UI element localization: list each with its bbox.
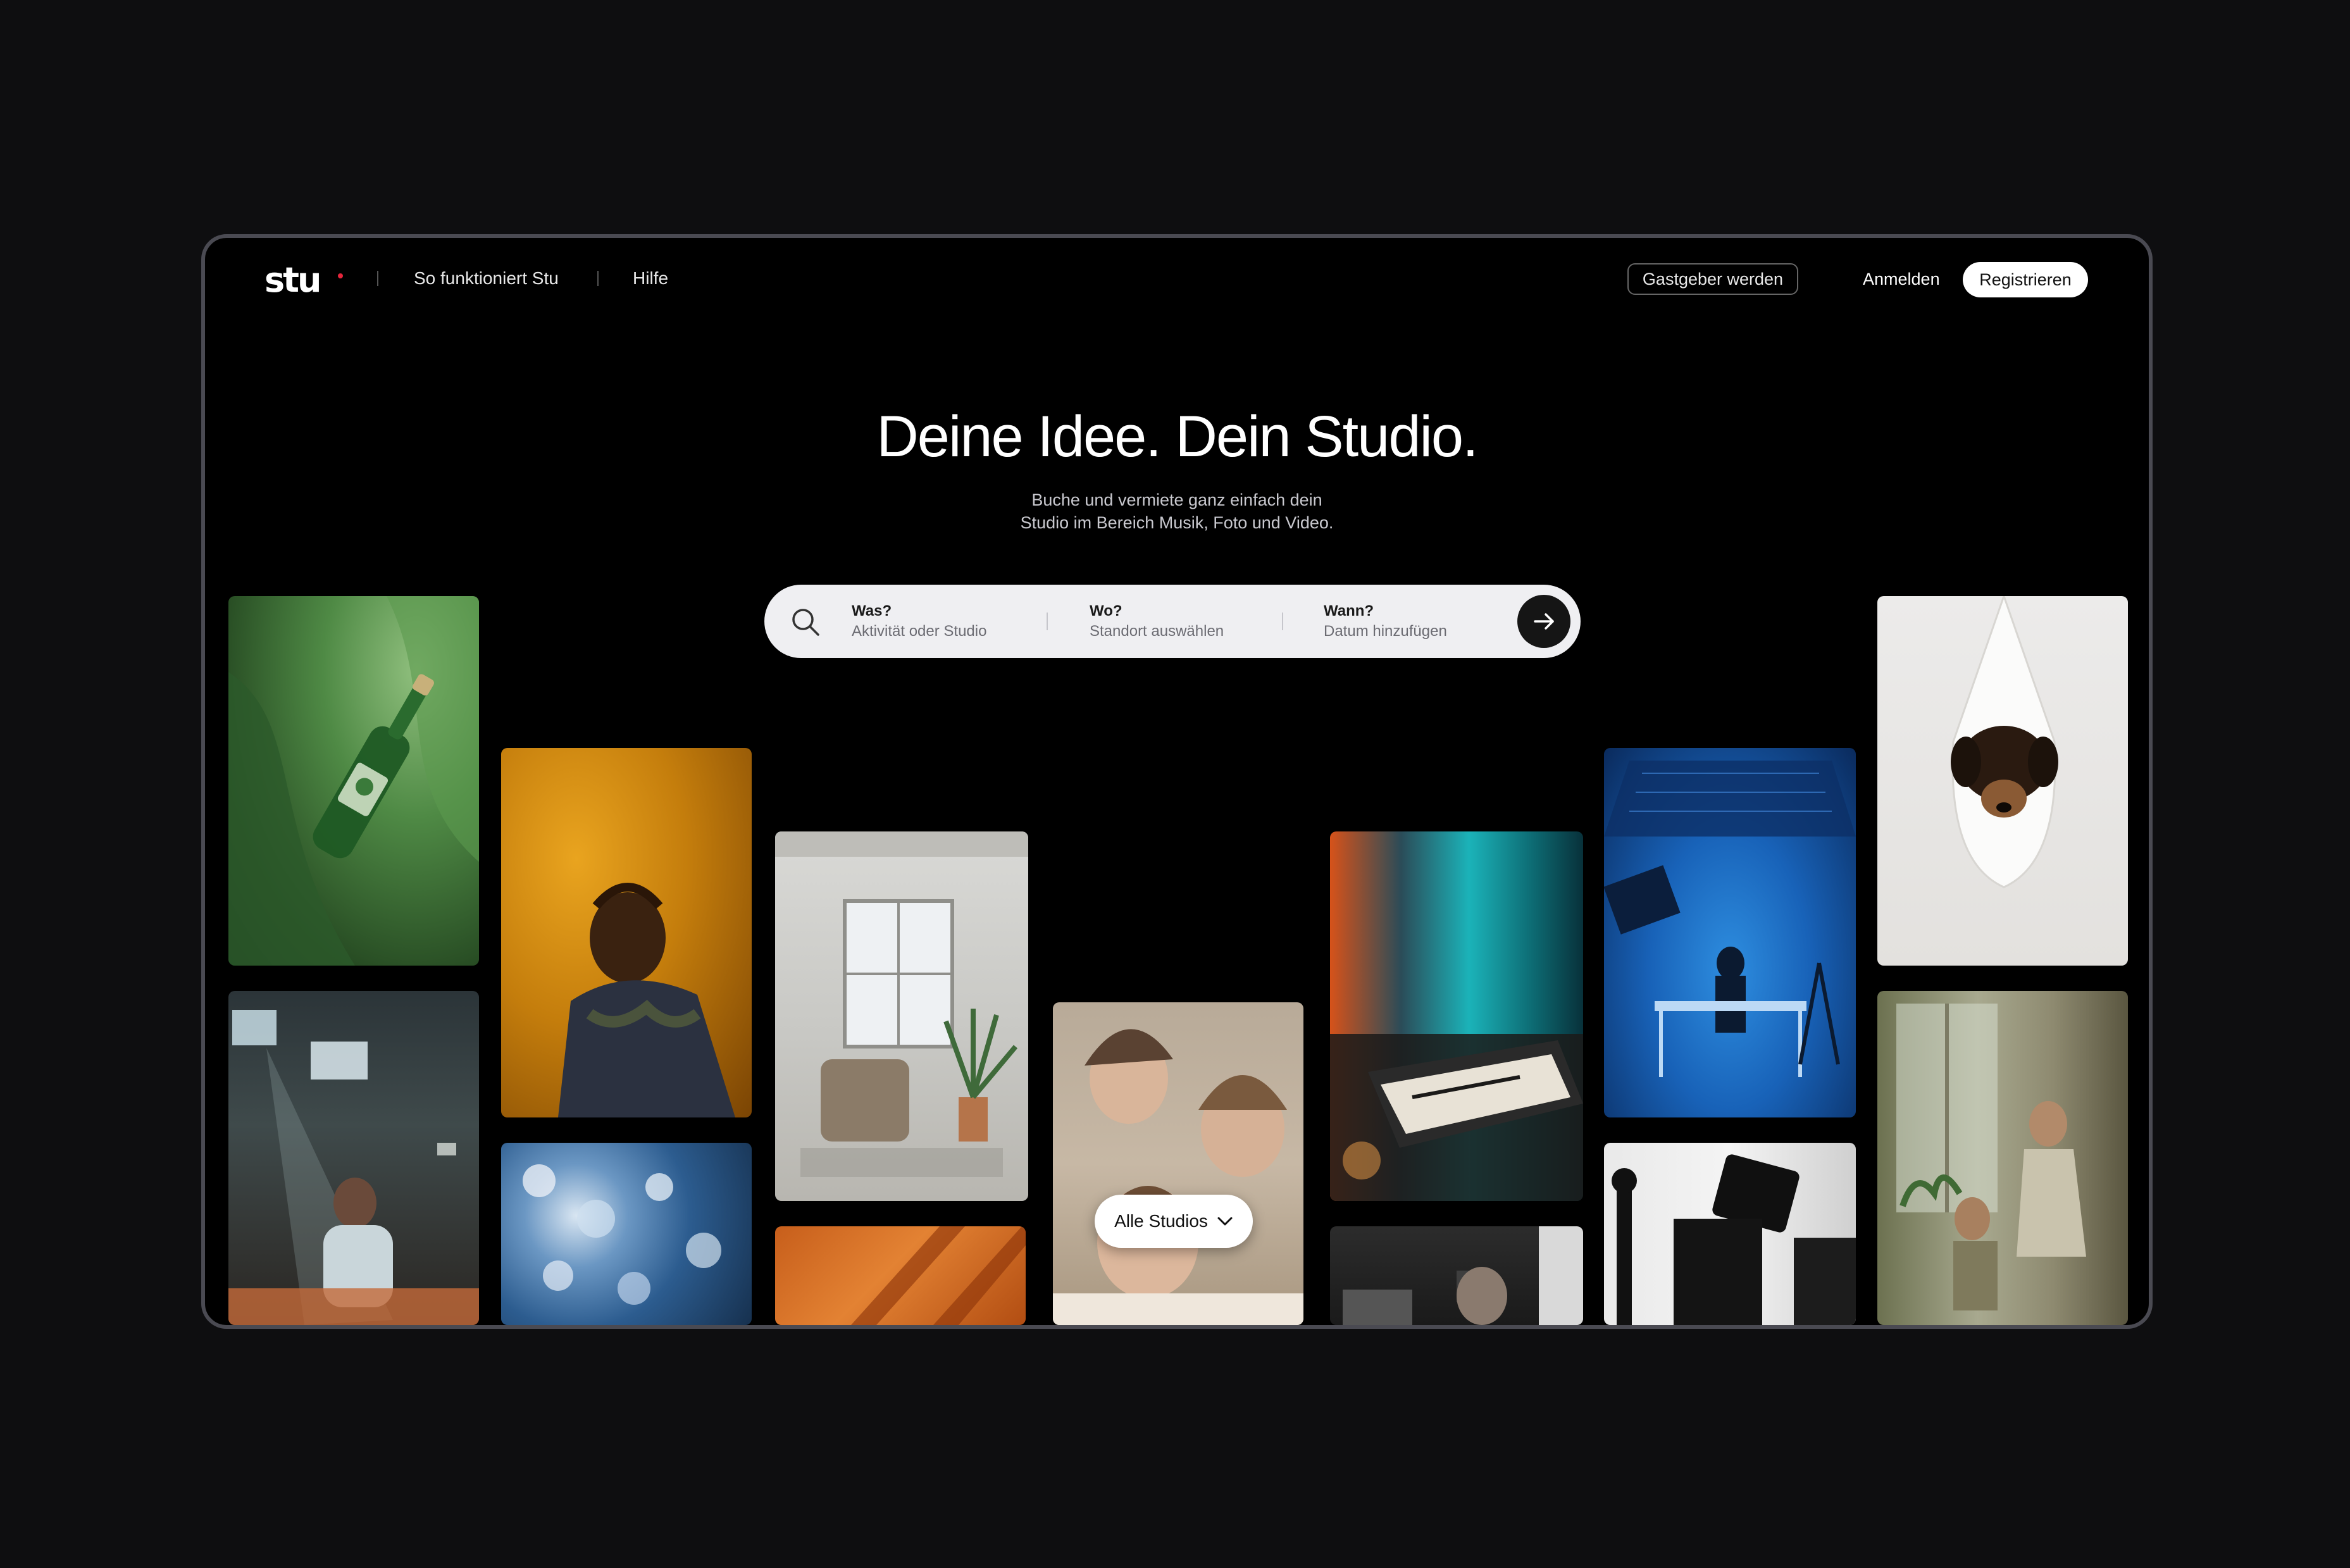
register-button[interactable]: Registrieren xyxy=(1963,262,2088,297)
hero-subtitle-line: Buche und vermiete ganz einfach dein xyxy=(1031,490,1322,509)
where-field-placeholder[interactable]: Standort auswählen xyxy=(1090,621,1224,642)
nav-separator xyxy=(377,271,378,286)
film-camera-photo[interactable] xyxy=(1604,1143,1856,1325)
set-illustration xyxy=(228,1010,479,1325)
hero-subtitle-line: Studio im Bereich Musik, Foto und Video. xyxy=(1020,513,1334,532)
blue-studio-dj-photo[interactable] xyxy=(1604,748,1856,1117)
portrait-illustration xyxy=(1053,1029,1303,1325)
shadow-illustration xyxy=(851,1226,1026,1325)
field-separator xyxy=(1282,613,1283,630)
women-window-photo[interactable] xyxy=(1877,991,2128,1325)
all-studios-dropdown[interactable]: Alle Studios xyxy=(1095,1195,1253,1248)
flowers-illustration xyxy=(523,1164,721,1305)
women-portrait-photo[interactable] xyxy=(1053,1002,1303,1325)
blue-flowers-photo[interactable] xyxy=(501,1143,752,1325)
all-studios-label: Alle Studios xyxy=(1114,1211,1208,1231)
orange-shadow-photo[interactable] xyxy=(775,1226,1026,1325)
become-host-button[interactable]: Gastgeber werden xyxy=(1627,263,1798,295)
desk-illustration xyxy=(1343,1226,1583,1325)
nav-separator xyxy=(597,271,599,286)
armchair-room-photo[interactable] xyxy=(775,831,1028,1201)
search-submit-button[interactable] xyxy=(1517,595,1570,648)
login-link[interactable]: Anmelden xyxy=(1863,271,1940,288)
keyboard-illustration xyxy=(1330,1034,1583,1201)
chevron-down-icon xyxy=(1217,1217,1233,1226)
dog-hammock-photo[interactable] xyxy=(1877,596,2128,966)
woman-set-photo[interactable] xyxy=(228,991,479,1325)
what-field-placeholder[interactable]: Aktivität oder Studio xyxy=(852,621,986,642)
browser-frame: stu So funktioniert Stu Hilfe Gastgeber … xyxy=(201,234,2153,1329)
hero-title: Deine Idee. Dein Studio. xyxy=(876,404,1478,469)
camera-illustration xyxy=(1612,1154,1856,1325)
hero-subtitle: Buche und vermiete ganz einfach dein Stu… xyxy=(924,488,1430,534)
recording-desk-photo[interactable] xyxy=(1330,1226,1583,1325)
where-field-label: Wo? xyxy=(1090,602,1122,619)
man-orange-photo[interactable] xyxy=(501,748,752,1117)
arrow-right-icon xyxy=(1534,613,1554,630)
where-field[interactable]: Wo? Standort auswählen xyxy=(1090,601,1224,642)
room-illustration xyxy=(775,831,1028,1177)
search-bar: Was? Aktivität oder Studio Wo? Standort … xyxy=(764,585,1581,658)
logo-dot xyxy=(338,273,343,278)
window-illustration xyxy=(1896,1004,2086,1310)
when-field[interactable]: Wann? Datum hinzufügen xyxy=(1324,601,1447,642)
studio-illustration xyxy=(1604,761,1856,1077)
search-icon[interactable] xyxy=(790,606,821,638)
music-keyboard-photo[interactable] xyxy=(1330,831,1583,1201)
nav-how-it-works[interactable]: So funktioniert Stu xyxy=(414,270,559,287)
dog-illustration xyxy=(1951,596,2058,888)
bottle-photo[interactable] xyxy=(228,596,479,966)
when-field-placeholder[interactable]: Datum hinzufügen xyxy=(1324,621,1447,642)
what-field[interactable]: Was? Aktivität oder Studio xyxy=(852,601,986,642)
when-field-label: Wann? xyxy=(1324,602,1374,619)
field-separator xyxy=(1047,613,1048,630)
man-illustration xyxy=(558,883,735,1117)
what-field-label: Was? xyxy=(852,602,892,619)
nav-help[interactable]: Hilfe xyxy=(633,270,668,287)
top-nav: stu So funktioniert Stu Hilfe Gastgeber … xyxy=(205,238,2149,327)
stu-logo[interactable]: stu xyxy=(264,263,321,297)
bottle-illustration xyxy=(228,596,479,966)
